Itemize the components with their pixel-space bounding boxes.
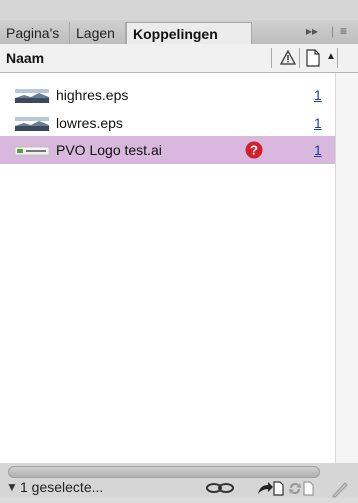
logo-thumbnail-icon [15,146,49,156]
link-name: PVO Logo test.ai [56,142,162,158]
panel-footer: ▼ 1 geselecte... [0,478,358,498]
page-column-icon[interactable] [305,49,321,72]
link-row[interactable]: lowres.eps 1 [0,109,335,137]
column-name-header[interactable]: Naam [6,50,44,66]
tab-pages[interactable]: Pagina's [0,22,70,44]
column-divider [337,48,338,68]
tab-links[interactable]: Koppelingen [126,22,252,45]
landscape-thumbnail-icon [15,117,49,131]
panel-tab-bar: Pagina's Lagen Koppelingen ▸▸ | ≡ [0,20,358,45]
tab-separator: | [331,24,335,38]
panel-expand-icon[interactable]: ▸▸ [306,24,318,38]
missing-link-icon[interactable]: ? [245,141,263,164]
column-header: Naam ▲ [0,44,358,73]
edit-original-icon[interactable] [330,480,350,503]
link-page-number[interactable]: 1 [314,87,322,103]
link-name: highres.eps [56,87,129,103]
links-panel: Pagina's Lagen Koppelingen ▸▸ | ≡ Naam ▲… [0,0,358,498]
link-page-number[interactable]: 1 [314,115,322,131]
column-divider [271,48,272,68]
link-row[interactable]: highres.eps 1 [0,81,335,109]
link-row-selected[interactable]: PVO Logo test.ai ? 1 [0,136,335,164]
selection-status: 1 geselecte... [20,479,104,495]
status-column-warning-icon[interactable] [279,49,297,70]
horizontal-scrollbar[interactable] [8,466,320,478]
link-info-toggle-icon[interactable]: ▼ [6,480,18,494]
svg-text:?: ? [250,143,258,158]
links-list: highres.eps 1 lowres.eps 1 PVO Logo test… [0,73,358,463]
landscape-thumbnail-icon [15,89,49,103]
link-name: lowres.eps [56,115,123,131]
tab-layers[interactable]: Lagen [70,22,126,44]
column-divider [299,48,300,68]
vertical-scrollbar[interactable] [335,73,358,463]
sort-ascending-icon[interactable]: ▲ [326,51,336,62]
panel-menu-icon[interactable]: ≡ [340,24,347,38]
link-page-number[interactable]: 1 [314,142,322,158]
